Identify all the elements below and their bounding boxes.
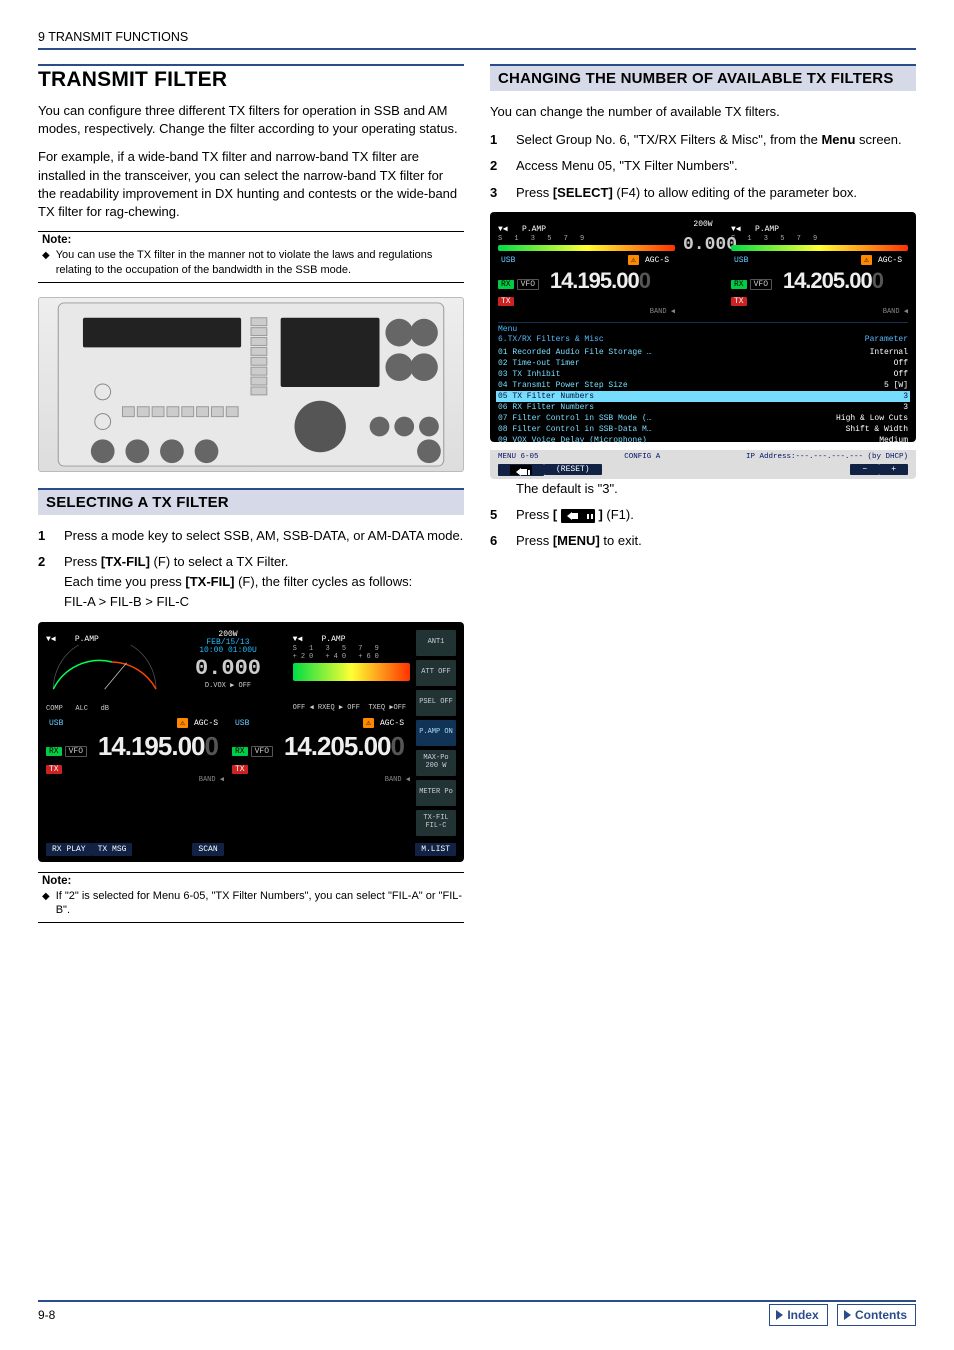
step-number: 3: [490, 184, 504, 202]
step-number: 2: [38, 553, 52, 612]
footer-rule: [38, 1300, 916, 1302]
step-text: Press [ ] (F1).: [516, 506, 916, 524]
running-header: 9 TRANSMIT FUNCTIONS: [38, 30, 916, 44]
play-icon: [776, 1310, 783, 1320]
subsection-title: SELECTING A TX FILTER: [38, 488, 464, 515]
step-5: 5 Press [ ] (F1).: [490, 506, 916, 524]
step-text: Press [SELECT] (F4) to allow editing of …: [516, 184, 916, 202]
note-label: Note:: [42, 875, 464, 887]
intro-para: You can change the number of available T…: [490, 103, 916, 121]
step-text: Select Group No. 6, "TX/RX Filters & Mis…: [516, 131, 916, 149]
step-text: Press [TX-FIL] (F) to select a TX Filter…: [64, 553, 464, 612]
note-text: If "2" is selected for Menu 6-05, "TX Fi…: [56, 889, 464, 919]
step-1: 1 Select Group No. 6, "TX/RX Filters & M…: [490, 131, 916, 149]
step-number: 2: [490, 157, 504, 175]
intro-para-1: You can configure three different TX fil…: [38, 102, 464, 138]
step-2: 2 Access Menu 05, "TX Filter Numbers".: [490, 157, 916, 175]
title-rule: [38, 64, 464, 66]
note-box-2: Note: ◆ If "2" is selected for Menu 6-05…: [38, 872, 464, 924]
lcd-screenshot-txfil: ▼◀ P.AMP COMP ALC dB 200W FEB/15/13 1: [38, 622, 464, 862]
step-text: Press [MENU] to exit.: [516, 532, 916, 550]
step-3: 3 Press [SELECT] (F4) to allow editing o…: [490, 184, 916, 202]
transceiver-front-panel-image: [38, 297, 464, 472]
note-text: You can use the TX filter in the manner …: [56, 248, 464, 278]
step-number: 1: [490, 131, 504, 149]
header-rule: [38, 48, 916, 50]
left-column: TRANSMIT FILTER You can configure three …: [38, 64, 464, 937]
page-number: 9-8: [38, 1308, 55, 1322]
escape-key-icon: [561, 509, 595, 523]
section-title: TRANSMIT FILTER: [38, 68, 464, 92]
right-column: CHANGING THE NUMBER OF AVAILABLE TX FILT…: [490, 64, 916, 937]
subsection-title: CHANGING THE NUMBER OF AVAILABLE TX FILT…: [490, 64, 916, 91]
step-1: 1 Press a mode key to select SSB, AM, SS…: [38, 527, 464, 545]
bullet-diamond-icon: ◆: [42, 889, 50, 919]
step-number: 5: [490, 506, 504, 524]
note-label: Note:: [42, 234, 464, 246]
step-6: 6 Press [MENU] to exit.: [490, 532, 916, 550]
step-number: 6: [490, 532, 504, 550]
bullet-diamond-icon: ◆: [42, 248, 50, 278]
contents-button[interactable]: Contents: [837, 1304, 916, 1326]
step-number: 1: [38, 527, 52, 545]
step-text: Press a mode key to select SSB, AM, SSB-…: [64, 527, 464, 545]
note-box-1: Note: ◆ You can use the TX filter in the…: [38, 231, 464, 283]
intro-para-2: For example, if a wide-band TX filter an…: [38, 148, 464, 221]
index-button[interactable]: Index: [769, 1304, 827, 1326]
lcd-screenshot-menu: ▼◀ P.AMP S 1 3 5 7 9 USB⚠AGC-S RXVFO 14.…: [490, 212, 916, 442]
play-icon: [844, 1310, 851, 1320]
step-text: Access Menu 05, "TX Filter Numbers".: [516, 157, 916, 175]
step-2: 2 Press [TX-FIL] (F) to select a TX Filt…: [38, 553, 464, 612]
